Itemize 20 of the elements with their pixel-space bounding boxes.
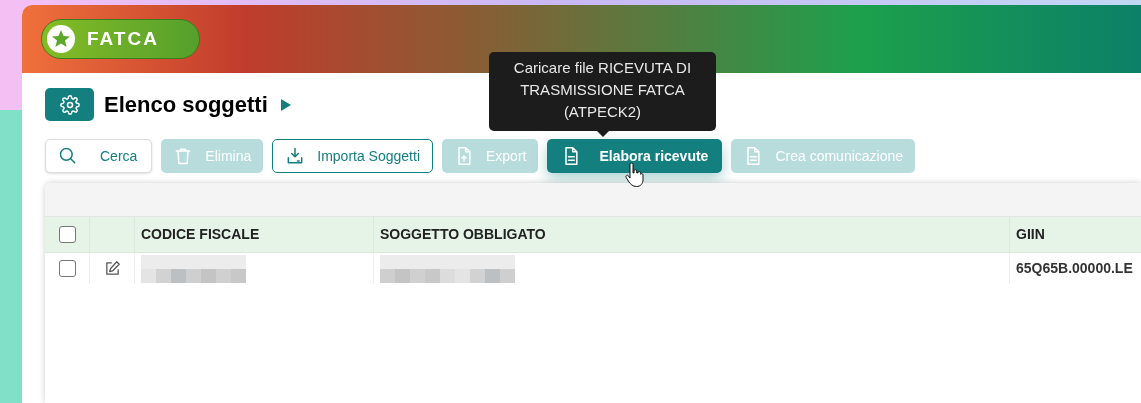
play-icon[interactable] bbox=[279, 97, 292, 112]
page-title: Elenco soggetti bbox=[104, 91, 268, 119]
table-cell-text: 65Q65B.00000.LE bbox=[1016, 259, 1133, 278]
column-header[interactable]: SOGGETTO OBBLIGATO bbox=[380, 224, 546, 245]
toolbar-button[interactable]: Elabora ricevute bbox=[547, 139, 723, 173]
settings-button[interactable] bbox=[45, 88, 94, 121]
settings-icon bbox=[59, 94, 80, 115]
edit-icon[interactable] bbox=[103, 260, 121, 277]
app-logo[interactable]: FATCA bbox=[41, 19, 200, 59]
tooltip-pointer bbox=[597, 131, 609, 137]
checkbox[interactable] bbox=[58, 260, 76, 277]
column-header[interactable]: GIIN bbox=[1016, 224, 1045, 245]
toolbar-button[interactable]: Importa Soggetti bbox=[272, 139, 433, 173]
tooltip: Caricare file RICEVUTA DI TRASMISSIONE FATCA (ATPECK2) bbox=[489, 52, 716, 131]
app-name: FATCA bbox=[87, 26, 159, 51]
checkbox[interactable] bbox=[58, 226, 76, 243]
hand-cursor-icon bbox=[625, 162, 644, 188]
column-header[interactable]: CODICE FISCALE bbox=[141, 224, 260, 245]
search-icon bbox=[58, 146, 78, 166]
toolbar-button[interactable]: Cerca bbox=[45, 139, 153, 173]
